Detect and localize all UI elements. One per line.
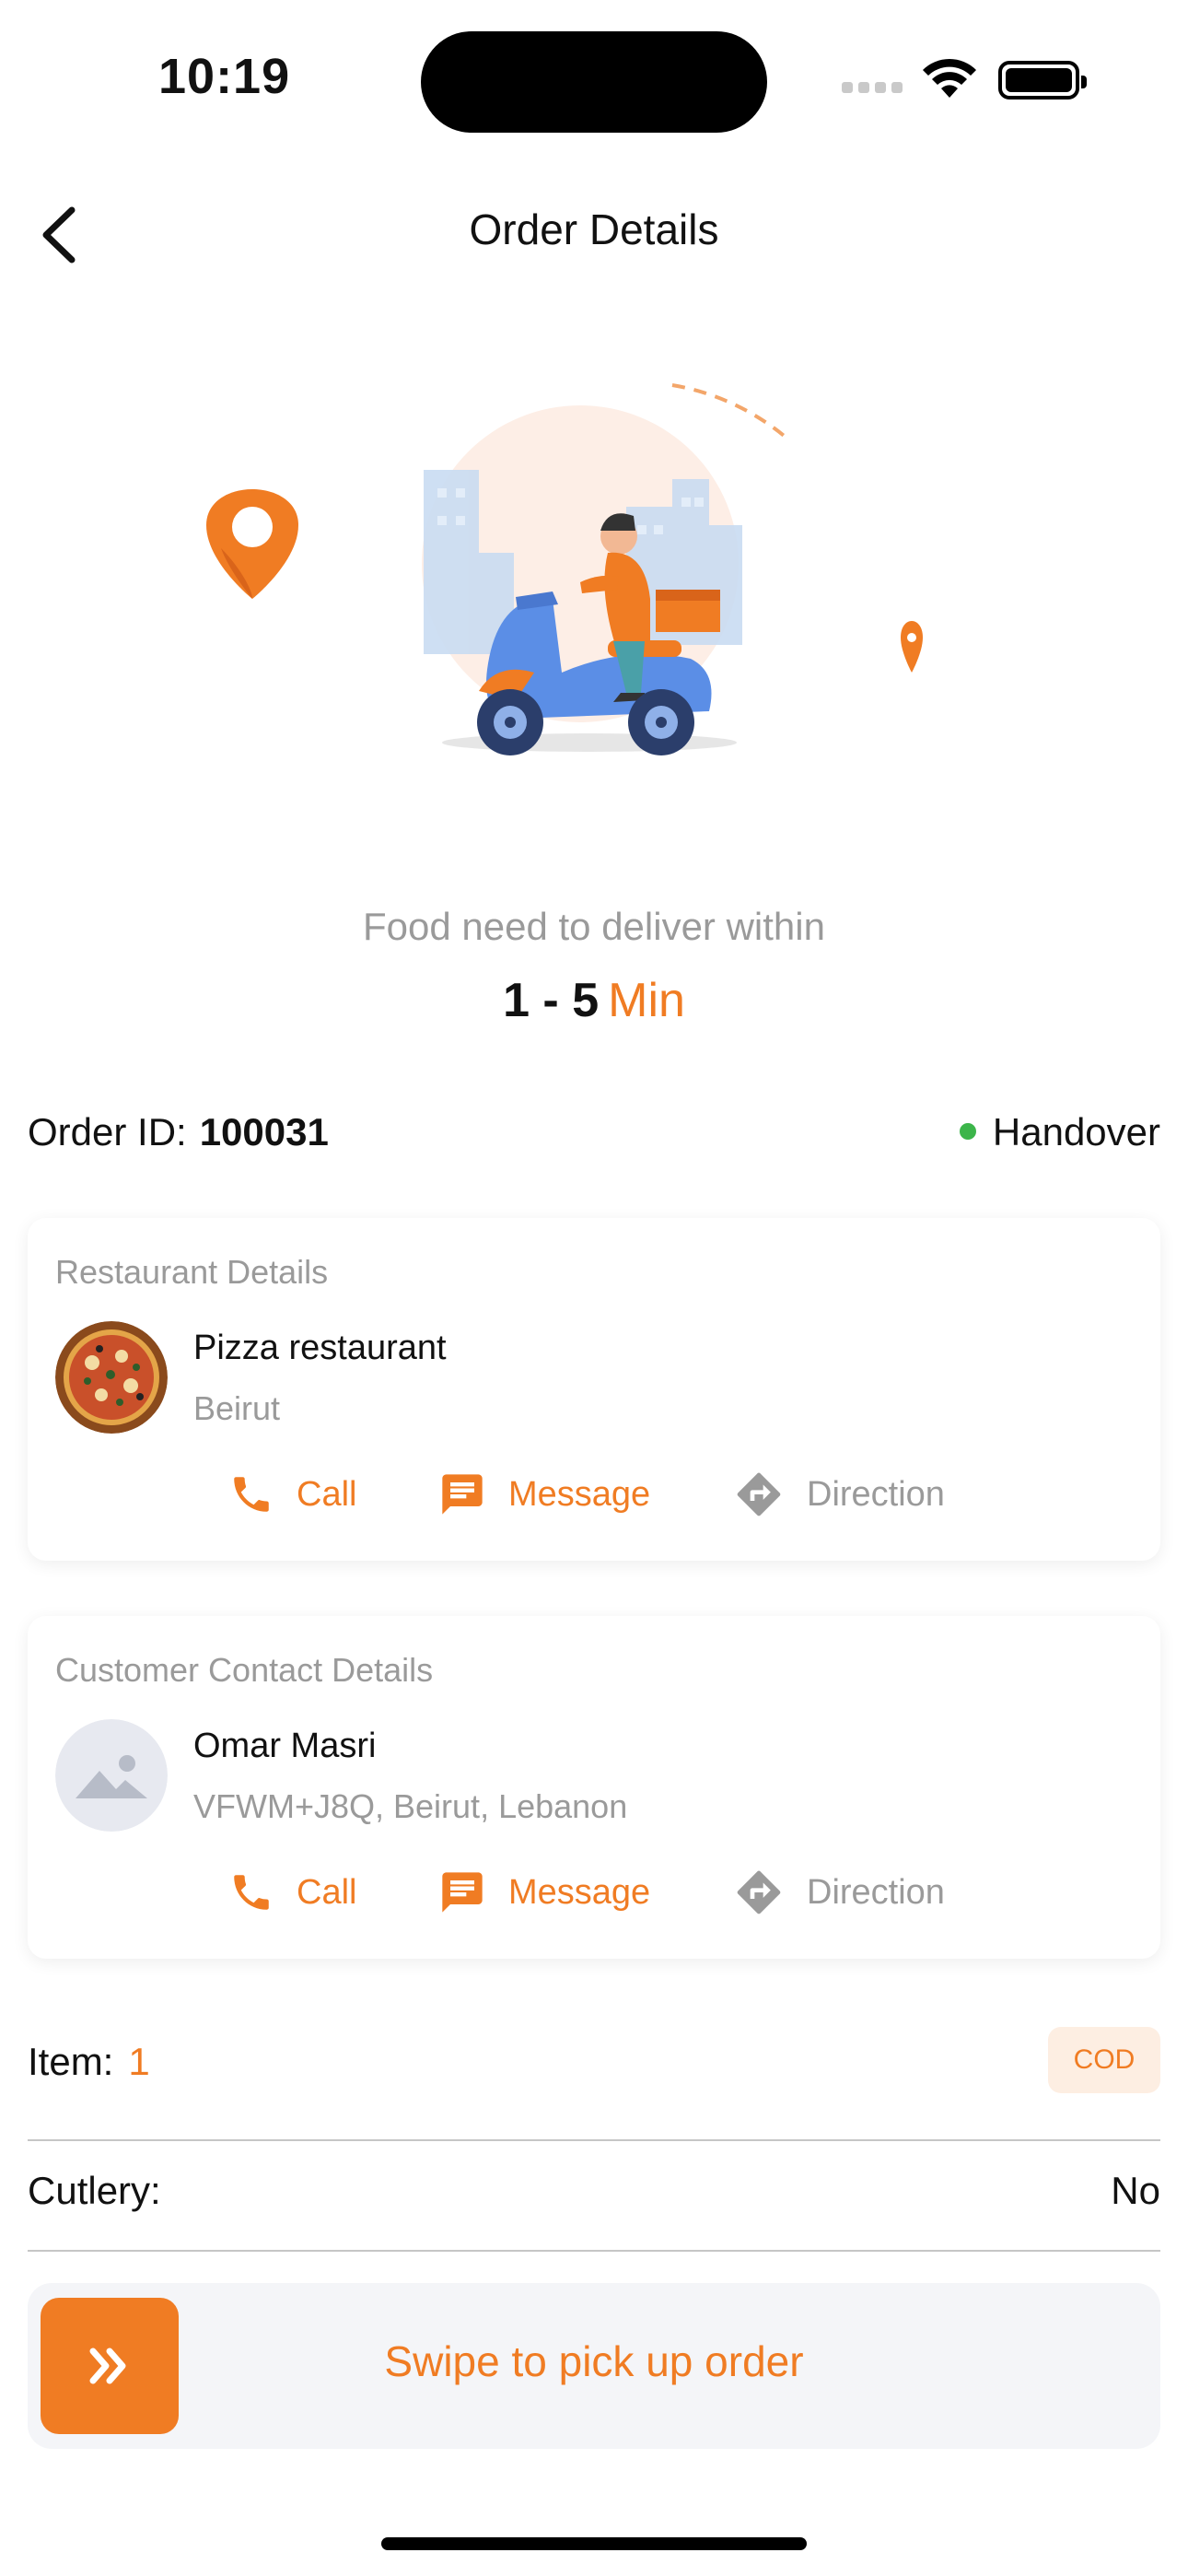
eta-range: 1 - 5 bbox=[503, 974, 600, 1027]
restaurant-call-button[interactable]: Call bbox=[228, 1467, 356, 1522]
cellular-signal-icon bbox=[842, 81, 908, 98]
battery-icon bbox=[998, 61, 1087, 100]
order-id-row: Order ID: 100031 Handover bbox=[28, 1110, 1160, 1165]
customer-address: VFWM+J8Q, Beirut, Lebanon bbox=[193, 1787, 628, 1825]
order-status-label: Handover bbox=[992, 1110, 1160, 1153]
customer-details-card: Customer Contact Details Omar Masri VFWM… bbox=[28, 1616, 1160, 1959]
eta-unit: Min bbox=[608, 974, 685, 1027]
direction-label: Direction bbox=[807, 1474, 945, 1514]
message-icon bbox=[442, 1474, 483, 1515]
direction-icon bbox=[737, 1870, 781, 1914]
phone-icon bbox=[234, 1477, 269, 1512]
direction-icon bbox=[737, 1472, 781, 1516]
restaurant-details-card: Restaurant Details Pizza restaurant Beir… bbox=[28, 1218, 1160, 1561]
divider bbox=[28, 2250, 1160, 2252]
status-dot-icon bbox=[959, 1122, 976, 1140]
message-label: Message bbox=[508, 1474, 651, 1514]
order-id-value: 100031 bbox=[199, 1110, 329, 1153]
location-pin-small-icon bbox=[901, 621, 923, 673]
item-count-value: 1 bbox=[128, 2040, 150, 2083]
item-count: Item: 1 bbox=[28, 2040, 150, 2084]
wifi-icon bbox=[923, 58, 976, 98]
delivery-subtitle: Food need to deliver within bbox=[363, 905, 825, 948]
call-label: Call bbox=[297, 1474, 357, 1514]
status-time: 10:19 bbox=[158, 49, 291, 104]
restaurant-address: Beirut bbox=[193, 1389, 281, 1427]
nav-bar: Order Details bbox=[0, 184, 1188, 286]
order-id-label: Order ID: bbox=[28, 1110, 187, 1153]
order-status: Handover bbox=[959, 1110, 1160, 1154]
cutlery-row: Cutlery: No bbox=[28, 2169, 1160, 2224]
swipe-label: Swipe to pick up order bbox=[384, 2337, 804, 2385]
message-label: Message bbox=[508, 1872, 651, 1912]
divider bbox=[28, 2139, 1160, 2141]
restaurant-name: Pizza restaurant bbox=[193, 1329, 447, 1367]
home-indicator bbox=[381, 2537, 807, 2550]
location-pin-icon bbox=[206, 489, 298, 599]
delivery-scooter-illustration bbox=[206, 383, 923, 755]
call-label: Call bbox=[297, 1872, 357, 1912]
payment-method-badge: COD bbox=[1048, 2027, 1160, 2093]
customer-name: Omar Masri bbox=[193, 1727, 377, 1765]
customer-message-button[interactable]: Message bbox=[438, 1865, 650, 1920]
dynamic-island bbox=[421, 31, 767, 133]
delivery-eta: 1 - 5 Min bbox=[0, 973, 1188, 1028]
phone-icon bbox=[234, 1875, 269, 1910]
customer-call-button[interactable]: Call bbox=[228, 1865, 356, 1920]
message-icon bbox=[442, 1872, 483, 1913]
restaurant-section-title: Restaurant Details bbox=[55, 1253, 329, 1291]
customer-avatar-placeholder-icon bbox=[55, 1719, 168, 1832]
item-count-row: Item: 1 COD bbox=[28, 2027, 1160, 2101]
cutlery-value: No bbox=[1111, 2169, 1160, 2212]
restaurant-direction-button[interactable]: Direction bbox=[733, 1467, 945, 1522]
swipe-to-pickup-slider[interactable]: Swipe to pick up order bbox=[28, 2283, 1160, 2449]
status-bar: 10:19 bbox=[0, 0, 1188, 157]
restaurant-avatar bbox=[55, 1321, 168, 1434]
restaurant-message-button[interactable]: Message bbox=[438, 1467, 650, 1522]
cutlery-label: Cutlery: bbox=[28, 2169, 161, 2212]
customer-direction-button[interactable]: Direction bbox=[733, 1865, 945, 1920]
item-label: Item: bbox=[28, 2040, 114, 2083]
direction-label: Direction bbox=[807, 1872, 945, 1912]
page-title: Order Details bbox=[469, 205, 719, 253]
customer-section-title: Customer Contact Details bbox=[55, 1651, 434, 1689]
